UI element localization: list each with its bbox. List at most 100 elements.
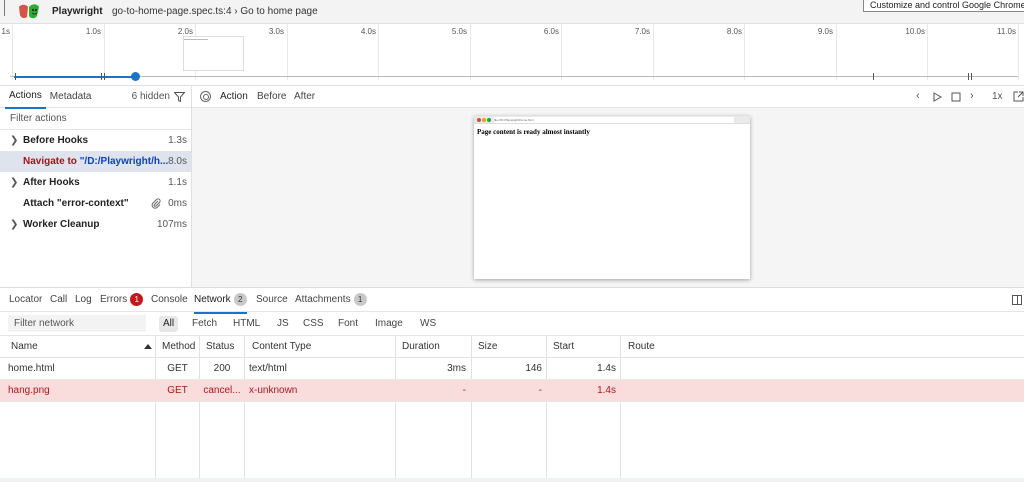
network-count-badge: 2 (233, 292, 247, 306)
playback-speed[interactable]: 1x (992, 91, 1003, 102)
tab-log[interactable]: Log (75, 288, 92, 312)
filter-type-js[interactable]: JS (273, 316, 293, 332)
filter-actions-input[interactable]: Filter actions (0, 108, 191, 130)
filter-type-fetch[interactable]: Fetch (188, 316, 221, 332)
timeline-tick-label: 5.0s (451, 27, 467, 36)
action-item[interactable]: Attach "error-context" 0ms (0, 193, 191, 214)
timeline-tick-label: 8.0s (726, 27, 742, 36)
action-label: Navigate to "/D:/Playwright/h... (23, 151, 168, 172)
filter-type-image[interactable]: Image (371, 316, 407, 332)
tab-locator[interactable]: Locator (9, 288, 42, 312)
tab-network[interactable]: Network 2 (194, 288, 247, 314)
column-header-duration[interactable]: Duration (402, 336, 440, 358)
breadcrumb: go-to-home-page.spec.ts:4 › Go to home p… (112, 6, 318, 17)
open-external-icon[interactable] (1013, 91, 1024, 102)
play-icon[interactable] (933, 92, 942, 102)
column-header-size[interactable]: Size (478, 336, 497, 358)
tab-source[interactable]: Source (256, 288, 288, 312)
timeline-tick-label: 7.0s (634, 27, 650, 36)
filter-type-all[interactable]: All (159, 316, 179, 332)
action-duration: 1.1s (168, 177, 187, 188)
chevron-right-icon[interactable]: ❯ (10, 214, 18, 235)
timeline-tick (653, 24, 654, 80)
stop-icon[interactable] (951, 92, 961, 102)
chevron-right-icon[interactable]: ❯ (10, 130, 18, 151)
bottom-tabs: Locator Call Log Errors 1 Console Network… (0, 288, 1024, 314)
column-header-route[interactable]: Route (628, 336, 655, 358)
timeline-scrubber-handle[interactable] (131, 72, 140, 81)
action-item[interactable]: ❯ After Hooks 1.1s (0, 172, 191, 193)
timeline-tick-label: 2.0s (177, 27, 193, 36)
action-keyword: Navigate to (23, 156, 80, 167)
cell-content-type: text/html (249, 363, 287, 374)
timeline-tick-label: 3.0s (268, 27, 284, 36)
timeline-tick (927, 24, 928, 80)
chevron-right-icon[interactable]: ❯ (10, 172, 18, 193)
split-layout-icon[interactable] (1012, 295, 1022, 305)
cell-name: home.html (8, 363, 55, 374)
snapshot-url: file:///D:/Playwright/home.html (494, 117, 734, 123)
column-header-status[interactable]: Status (206, 336, 234, 358)
window-edge (4, 0, 5, 16)
action-item[interactable]: ❯ Before Hooks 1.3s (0, 130, 191, 151)
playwright-logo-icon (19, 4, 39, 19)
timeline-tick (104, 24, 105, 80)
snapshot-browser-chrome: file:///D:/Playwright/home.html (474, 116, 750, 124)
paperclip-icon[interactable] (151, 198, 161, 209)
timeline-marker (873, 73, 874, 80)
cell-status: 200 (213, 363, 231, 374)
action-item[interactable]: ❯ Worker Cleanup 107ms (0, 214, 191, 235)
column-header-content-type[interactable]: Content Type (252, 336, 311, 358)
timeline-hover-preview (183, 36, 244, 71)
action-item-selected[interactable]: Navigate to "/D:/Playwright/h... 8.0s (0, 151, 191, 172)
action-duration: 8.0s (168, 156, 187, 167)
attachments-count-badge: 1 (353, 292, 367, 306)
timeline-tick-label: 11.0s (997, 27, 1016, 36)
tab-after[interactable]: After (294, 86, 315, 108)
timeline-tick-label: 1s (1, 27, 10, 36)
tab-attachments[interactable]: Attachments 1 (295, 288, 367, 312)
tab-actions[interactable]: Actions (5, 85, 46, 109)
hidden-count-label: 6 hidden (131, 91, 170, 102)
next-icon[interactable]: › (970, 90, 974, 102)
timeline[interactable]: 1s 1.0s 2.0s 3.0s 4.0s 5.0s 6.0s 7.0s 8.… (0, 24, 1024, 86)
action-duration: 0ms (168, 198, 187, 209)
column-header-name[interactable]: Name (11, 336, 38, 358)
column-header-start[interactable]: Start (553, 336, 574, 358)
filter-network-input[interactable] (8, 315, 146, 332)
hidden-actions-toggle[interactable]: 6 hidden (132, 91, 185, 102)
timeline-marker (104, 73, 105, 80)
action-label: Before Hooks (23, 135, 89, 146)
timeline-tick (1018, 24, 1019, 80)
filter-type-html[interactable]: HTML (229, 316, 264, 332)
action-url: "/D:/Playwright/h... (79, 156, 168, 167)
column-header-method[interactable]: Method (162, 336, 195, 358)
cell-duration: - (462, 385, 466, 396)
tab-call[interactable]: Call (50, 288, 67, 312)
tab-action[interactable]: Action (220, 86, 248, 110)
cell-content-type: x-unknown (249, 385, 298, 396)
timeline-tick (287, 24, 288, 80)
sort-ascending-icon[interactable] (144, 344, 152, 349)
tab-errors[interactable]: Errors 1 (100, 288, 144, 312)
table-row-error[interactable]: hang.png GET cancel... x-unknown - - 1.4… (0, 380, 1024, 402)
previous-icon[interactable]: ‹ (916, 90, 920, 102)
actions-tabs: Actions Metadata 6 hidden (0, 85, 191, 109)
cell-method: GET (167, 363, 188, 374)
filter-type-css[interactable]: CSS (299, 316, 328, 332)
pick-locator-icon[interactable] (200, 91, 211, 102)
tab-before[interactable]: Before (257, 86, 286, 108)
timeline-tick-label: 9.0s (817, 27, 833, 36)
table-row[interactable]: home.html GET 200 text/html 3ms 146 1.4s (0, 358, 1024, 380)
filter-type-ws[interactable]: WS (416, 316, 440, 332)
filter-type-font[interactable]: Font (334, 316, 362, 332)
action-duration: 1.3s (168, 135, 187, 146)
table-header: Name Method Status Content Type Duration… (0, 336, 1024, 358)
action-duration: 107ms (156, 219, 187, 230)
tab-console[interactable]: Console (151, 288, 188, 312)
timeline-tick-label: 1.0s (85, 27, 101, 36)
tab-metadata[interactable]: Metadata (46, 86, 96, 108)
timeline-tick (561, 24, 562, 80)
timeline-progress (14, 76, 136, 78)
action-label: Worker Cleanup (23, 219, 100, 230)
